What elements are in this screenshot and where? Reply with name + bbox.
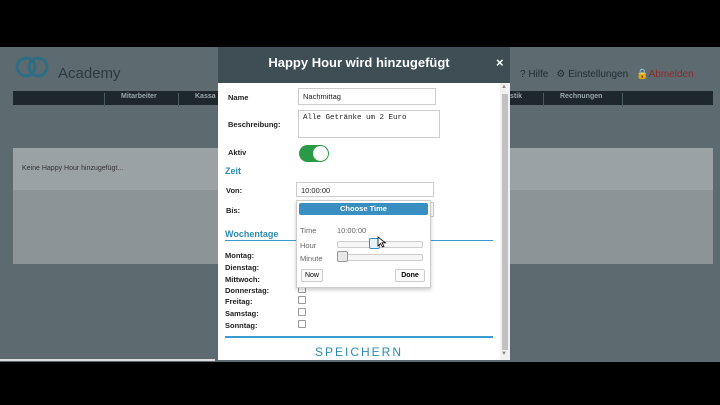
- weekday-label-monday: Montag:: [225, 251, 255, 260]
- done-button[interactable]: Done: [395, 269, 425, 282]
- save-button[interactable]: SPEICHERN: [225, 345, 493, 359]
- minute-label: Minute: [300, 254, 323, 263]
- from-time-field[interactable]: 10:00:00: [296, 182, 434, 197]
- academy-logo-icon: [15, 56, 49, 78]
- to-label: Bis:: [226, 206, 241, 215]
- top-links: ? Hilfe ⚙ Einstellungen 🔒Abmelden: [520, 69, 694, 80]
- name-label: Name: [228, 93, 249, 102]
- scroll-down-icon[interactable]: ▼: [501, 351, 507, 357]
- settings-link[interactable]: ⚙ Einstellungen: [556, 69, 628, 80]
- name-field[interactable]: Nachmittag: [298, 88, 436, 105]
- weekday-label-friday: Freitag:: [225, 297, 253, 306]
- weekdays-section-title: Wochentage: [225, 229, 279, 239]
- lock-icon: 🔒: [636, 69, 649, 80]
- weekday-checkbox-saturday[interactable]: [298, 308, 306, 316]
- settings-link-label: Einstellungen: [568, 69, 629, 80]
- modal-title: Happy Hour wird hinzugefügt: [268, 55, 450, 70]
- happy-hour-modal: Happy Hour wird hinzugefügt × Name Nachm…: [218, 47, 510, 360]
- time-section-title: Zeit: [225, 166, 242, 176]
- weekday-checkbox-friday[interactable]: [298, 296, 306, 304]
- weekday-label-thursday: Donnerstag:: [225, 286, 270, 295]
- weekday-label-tuesday: Dienstag:: [225, 263, 260, 272]
- time-picker-popup: Choose Time Time 10:00:00 Hour Minute No…: [296, 200, 431, 288]
- scroll-up-icon[interactable]: ▲: [501, 84, 507, 90]
- modal-scrollbar-thumb[interactable]: [502, 94, 508, 350]
- modal-header: Happy Hour wird hinzugefügt ×: [218, 47, 510, 83]
- nav-item-mitarbeiter[interactable]: Mitarbeiter: [121, 93, 157, 100]
- now-button[interactable]: Now: [301, 269, 323, 282]
- minute-slider-handle[interactable]: [337, 251, 348, 262]
- logout-link-label: Abmelden: [648, 69, 694, 80]
- weekday-label-wednesday: Mittwoch:: [225, 275, 260, 284]
- progress-line: [0, 359, 215, 361]
- gear-icon: ⚙: [556, 69, 566, 80]
- minute-slider[interactable]: [337, 254, 423, 261]
- save-divider: [225, 336, 493, 338]
- active-label: Aktiv: [228, 148, 247, 157]
- description-label: Beschreibung:: [228, 120, 281, 129]
- description-field[interactable]: Alle Getränke um 2 Euro: [298, 110, 440, 138]
- mouse-cursor-icon: [377, 236, 387, 248]
- close-icon[interactable]: ×: [496, 55, 504, 70]
- empty-state-text: Keine Happy Hour hinzugefügt...: [22, 165, 124, 172]
- weekday-checkbox-sunday[interactable]: [298, 320, 306, 328]
- logout-link[interactable]: 🔒Abmelden: [636, 69, 693, 80]
- help-link[interactable]: ? Hilfe: [520, 69, 548, 80]
- time-label: Time: [300, 226, 317, 235]
- time-picker-title: Choose Time: [299, 203, 428, 215]
- hour-label: Hour: [300, 241, 317, 250]
- time-value: 10:00:00: [337, 226, 367, 235]
- weekday-label-sunday: Sonntag:: [225, 321, 258, 330]
- from-label: Von:: [226, 186, 243, 195]
- active-toggle[interactable]: [299, 145, 329, 162]
- nav-item-rechnungen[interactable]: Rechnungen: [560, 93, 602, 100]
- app-name: Academy: [58, 65, 121, 82]
- toggle-knob: [313, 146, 328, 161]
- nav-item-kassa[interactable]: Kassa: [195, 93, 216, 100]
- weekday-label-saturday: Samstag:: [225, 309, 259, 318]
- nav-item-statistik[interactable]: stik: [510, 93, 522, 100]
